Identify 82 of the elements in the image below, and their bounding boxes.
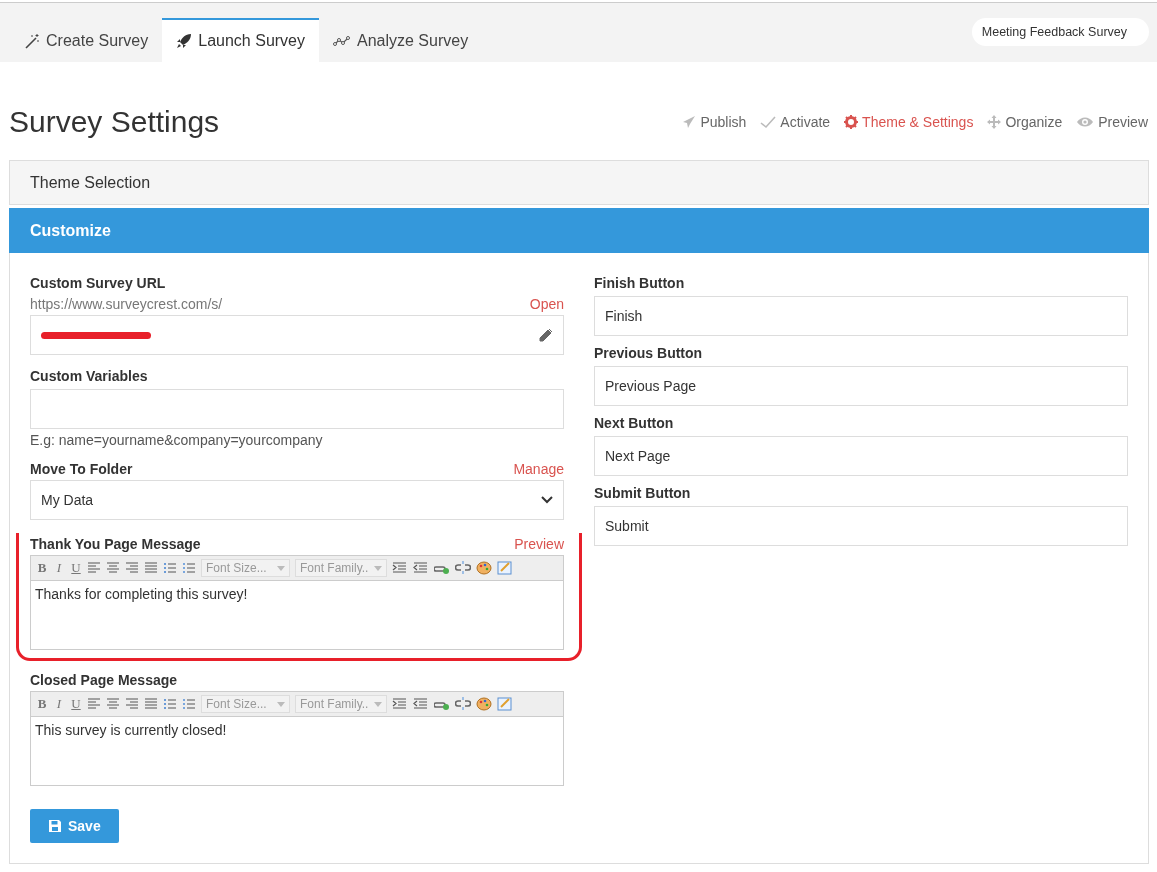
nav-tab[interactable]: Launch Survey <box>162 18 319 62</box>
field-label: Thank You Page Message <box>30 536 201 552</box>
line-chart-icon <box>333 35 351 47</box>
save-button[interactable]: Save <box>30 809 119 843</box>
dropdown-arrow-icon <box>277 701 285 707</box>
font-size-dropdown[interactable]: Font Size... <box>201 559 290 577</box>
format-button[interactable]: I <box>53 696 65 712</box>
field-label: Submit Button <box>594 485 692 501</box>
dropdown-arrow-icon <box>277 565 285 571</box>
unlink-icon[interactable] <box>455 697 471 711</box>
bullet-list-icon[interactable] <box>182 562 196 574</box>
align-right-icon[interactable] <box>125 562 139 574</box>
palette-icon[interactable] <box>476 697 492 711</box>
align-justify-icon[interactable] <box>144 562 158 574</box>
nav-tab[interactable]: Analyze Survey <box>319 18 483 62</box>
text-input-field[interactable]: Finish <box>594 296 1128 336</box>
action-link[interactable]: Theme & Settings <box>844 114 974 130</box>
font-size-dropdown[interactable]: Font Size... <box>201 695 290 713</box>
text-input-field[interactable]: Next Page <box>594 436 1128 476</box>
align-center-icon[interactable] <box>106 562 120 574</box>
action-link[interactable]: Organize <box>987 114 1063 130</box>
url-input-field[interactable] <box>30 315 564 355</box>
format-button[interactable]: B <box>36 696 48 712</box>
indent-icon[interactable] <box>392 561 408 575</box>
eye-icon <box>1076 116 1095 128</box>
outdent-icon[interactable] <box>413 697 429 711</box>
nav-tab[interactable]: Create Survey <box>10 18 163 62</box>
help-text: E.g: name=yourname&company=yourcompany <box>30 432 324 448</box>
indent-icon[interactable] <box>392 697 408 711</box>
format-button[interactable]: U <box>70 696 82 712</box>
variables-input-field[interactable] <box>30 389 564 429</box>
panel-header[interactable]: Customize <box>9 208 1149 253</box>
edit-icon[interactable] <box>497 561 513 575</box>
move-arrows-icon <box>987 115 1002 129</box>
dropdown-arrow-icon <box>374 565 382 571</box>
action-link[interactable]: Preview <box>1076 114 1148 130</box>
folder-select[interactable]: My Data <box>30 480 564 520</box>
format-button[interactable]: U <box>70 560 82 576</box>
wand-icon <box>24 33 40 49</box>
format-button[interactable]: I <box>53 560 65 576</box>
text-input-field[interactable]: Submit <box>594 506 1128 546</box>
chevron-down-icon <box>541 496 553 504</box>
field-label: Closed Page Message <box>30 672 178 688</box>
bullet-list-icon[interactable] <box>182 698 196 710</box>
survey-name-badge: Meeting Feedback Survey <box>971 18 1149 46</box>
field-label: Custom Survey URL <box>30 275 167 291</box>
align-left-icon[interactable] <box>87 562 101 574</box>
rocket-icon <box>176 33 193 49</box>
action-link[interactable]: Publish <box>682 114 747 130</box>
paper-plane-icon <box>682 115 697 129</box>
palette-icon[interactable] <box>476 561 492 575</box>
field-label: Next Button <box>594 415 675 431</box>
align-left-icon[interactable] <box>87 698 101 710</box>
field-label: Custom Variables <box>30 368 149 384</box>
font-family-dropdown[interactable]: Font Family.. <box>295 559 387 577</box>
numbered-list-icon[interactable] <box>163 698 177 710</box>
panel-header[interactable]: Theme Selection <box>9 160 1149 205</box>
field-label: Previous Button <box>594 345 704 361</box>
check-icon <box>760 115 777 129</box>
outdent-icon[interactable] <box>413 561 429 575</box>
format-button[interactable]: B <box>36 560 48 576</box>
field-label: Move To Folder <box>30 461 133 477</box>
dropdown-arrow-icon <box>374 701 382 707</box>
preview-link[interactable]: Preview <box>514 536 564 552</box>
field-label: Finish Button <box>594 275 686 291</box>
gear-icon <box>844 115 859 129</box>
align-center-icon[interactable] <box>106 698 120 710</box>
url-prefix: https://www.surveycrest.com/s/ <box>30 296 223 312</box>
align-right-icon[interactable] <box>125 698 139 710</box>
pencil-icon[interactable] <box>539 328 553 342</box>
unlink-icon[interactable] <box>455 561 471 575</box>
open-link[interactable]: Open <box>529 296 564 312</box>
action-link[interactable]: Activate <box>760 114 831 130</box>
align-justify-icon[interactable] <box>144 698 158 710</box>
edit-icon[interactable] <box>497 697 513 711</box>
page-title: Survey Settings <box>9 105 220 139</box>
text-input-field[interactable]: Previous Page <box>594 366 1128 406</box>
numbered-list-icon[interactable] <box>163 562 177 574</box>
font-family-dropdown[interactable]: Font Family.. <box>295 695 387 713</box>
editor-text: This survey is currently closed! <box>35 722 227 738</box>
manage-link[interactable]: Manage <box>513 461 564 477</box>
editor-text: Thanks for completing this survey! <box>35 586 248 602</box>
